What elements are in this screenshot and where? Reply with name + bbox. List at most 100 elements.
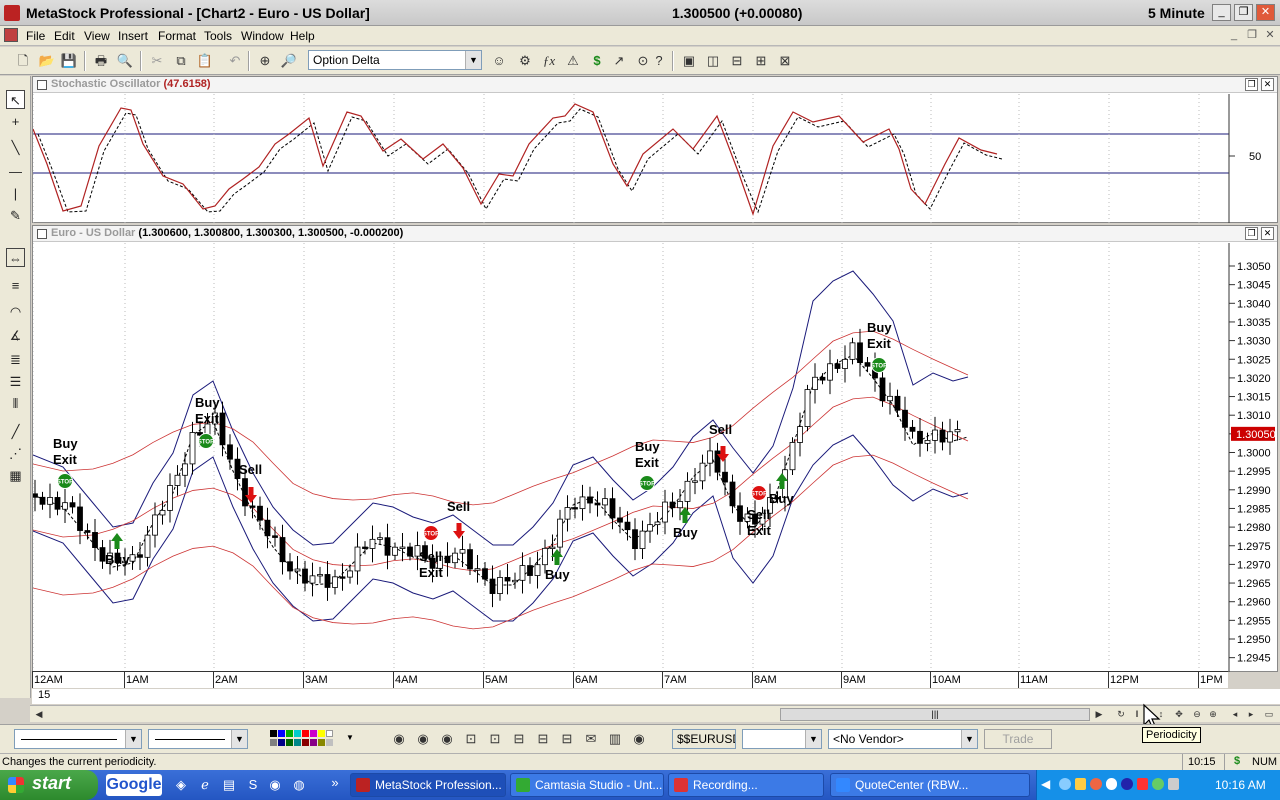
mdi-minimize-icon[interactable]: _ — [1226, 28, 1242, 43]
pane-maximize-icon[interactable]: ❐ — [1245, 78, 1258, 91]
explorer-icon[interactable]: ⚙ — [516, 52, 534, 70]
menu-edit[interactable]: Edit — [54, 29, 75, 43]
task-metastock[interactable]: MetaStock Profession... — [350, 773, 506, 797]
chrome-icon-3[interactable]: ◉ — [438, 730, 456, 748]
chevron-down-icon[interactable]: ▼ — [125, 730, 141, 748]
open-icon[interactable]: 📂 — [38, 52, 56, 70]
price-pane-close-icon[interactable]: ✕ — [1261, 227, 1274, 240]
zoom-icon[interactable]: 🔎 — [280, 52, 298, 70]
zoom-in-icon[interactable]: ⊕ — [1206, 708, 1220, 721]
menu-view[interactable]: View — [84, 29, 110, 43]
arrange-icon[interactable]: ⊠ — [776, 52, 794, 70]
restore-icon[interactable]: ❐ — [1234, 4, 1253, 21]
arc-tool-icon[interactable]: ◠ — [6, 302, 25, 321]
layout-icon-3[interactable]: ⊟ — [558, 730, 576, 748]
chevron-down-icon[interactable]: ▼ — [805, 730, 821, 748]
gann-fan-tool-icon[interactable]: ⋰ — [6, 444, 25, 463]
print-preview-icon[interactable]: 🔍 — [116, 52, 134, 70]
retracement-tool-icon[interactable]: ☰ — [6, 372, 25, 391]
layout-icon-1[interactable]: ⊟ — [510, 730, 528, 748]
zoom-tool-icon[interactable]: ⇔ — [6, 248, 25, 267]
skype-icon[interactable]: S — [244, 776, 262, 794]
price-pane-maximize-icon[interactable]: ❐ — [1245, 227, 1258, 240]
pan-icon[interactable]: ✥ — [1172, 708, 1186, 721]
system-tester-icon[interactable]: ⚠ — [564, 52, 582, 70]
menu-tools[interactable]: Tools — [204, 29, 232, 43]
chart-style-icon-2[interactable]: ⊡ — [486, 730, 504, 748]
security-combo[interactable]: ▼ — [742, 729, 822, 749]
chrome-icon-2[interactable]: ◉ — [414, 730, 432, 748]
task-camtasia[interactable]: Camtasia Studio - Unt... — [510, 773, 664, 797]
scroll-end-icon[interactable]: ▭ — [1262, 708, 1276, 721]
bar-chart-icon[interactable]: ▥ — [606, 730, 624, 748]
refresh-icon[interactable]: ↻ — [1114, 708, 1128, 721]
new-icon[interactable]: 🗋 — [14, 52, 32, 70]
tile-vertical-icon[interactable]: ◫ — [704, 52, 722, 70]
task-recording[interactable]: Recording... — [668, 773, 824, 797]
cascade-icon[interactable]: ▣ — [680, 52, 698, 70]
print-icon[interactable]: 🖶 — [92, 52, 110, 70]
chart-style-icon-1[interactable]: ⊡ — [462, 730, 480, 748]
menu-insert[interactable]: Insert — [118, 29, 148, 43]
chrome-icon-4[interactable]: ◉ — [630, 730, 648, 748]
folder-icon[interactable]: ▤ — [220, 776, 238, 794]
close-icon[interactable]: ✕ — [1256, 4, 1275, 21]
stochastic-pane[interactable]: Stochastic Oscillator (47.6158) ❐ ✕ 50 — [32, 76, 1278, 223]
menu-format[interactable]: Format — [158, 29, 196, 43]
chrome-icon-1[interactable]: ◉ — [390, 730, 408, 748]
envelope-icon[interactable]: ✉ — [582, 730, 600, 748]
cut-icon[interactable]: ✂ — [148, 52, 166, 70]
mdi-close-icon[interactable]: ✕ — [1262, 28, 1278, 43]
trendline-tool-icon[interactable]: ╲ — [6, 138, 25, 157]
next-icon[interactable]: ▸ — [1244, 708, 1258, 721]
prev-icon[interactable]: ◂ — [1228, 708, 1242, 721]
channel-tool-icon[interactable]: ≡ — [6, 276, 25, 295]
chevron-down-icon[interactable]: ▼ — [961, 730, 977, 748]
scroll-left-icon[interactable]: ◀ — [32, 708, 46, 721]
start-button[interactable]: start — [0, 770, 98, 800]
pane-close-icon[interactable]: ✕ — [1261, 78, 1274, 91]
chevron-down-icon[interactable]: ▼ — [231, 730, 247, 748]
task-quotecenter[interactable]: QuoteCenter (RBW... — [830, 773, 1030, 797]
chrome-taskbar-icon[interactable]: ◉ — [266, 776, 284, 794]
signal-icon[interactable]: ↗ — [610, 52, 628, 70]
fibonacci-tool-icon[interactable]: ≣ — [6, 350, 25, 369]
color-palette[interactable]: ▼ — [270, 730, 358, 748]
expert-combo[interactable]: Option Delta ▼ — [308, 50, 482, 70]
scroll-thumb[interactable]: ||| — [780, 708, 1090, 721]
expert-advisor-icon[interactable]: ☺ — [490, 52, 508, 70]
layout-icon-2[interactable]: ⊟ — [534, 730, 552, 748]
ie-icon[interactable]: ℯ — [196, 776, 214, 794]
menu-window[interactable]: Window — [241, 29, 284, 43]
line-style-combo[interactable]: ▼ — [14, 729, 142, 749]
menu-file[interactable]: File — [26, 29, 45, 43]
line-weight-combo[interactable]: ▼ — [148, 729, 248, 749]
tray-expand-icon[interactable]: ◀ — [1041, 777, 1050, 791]
doc-icon[interactable] — [4, 28, 18, 42]
chevron-down-icon[interactable]: ▼ — [465, 51, 481, 69]
more-icon[interactable]: » — [326, 774, 344, 792]
grid-tool-icon[interactable]: ▦ — [6, 466, 25, 485]
menu-help[interactable]: Help — [290, 29, 315, 43]
horizontal-line-tool-icon[interactable]: — — [6, 162, 25, 181]
minimize-icon[interactable]: _ — [1212, 4, 1231, 21]
pointer-tool-icon[interactable]: ↖ — [6, 90, 25, 109]
save-icon[interactable]: 💾 — [60, 52, 78, 70]
undo-icon[interactable]: ↶ — [226, 52, 244, 70]
quicklaunch-icon-1[interactable]: ◈ — [172, 776, 190, 794]
tile-grid-icon[interactable]: ⊞ — [752, 52, 770, 70]
crosshair-tool-icon[interactable]: + — [6, 112, 25, 131]
speed-line-tool-icon[interactable]: ╱ — [6, 422, 25, 441]
fan-tool-icon[interactable]: ∡ — [6, 326, 25, 345]
dollar-icon[interactable]: $ — [588, 52, 606, 70]
cycle-tool-icon[interactable]: ⦀ — [6, 394, 25, 413]
tile-horizontal-icon[interactable]: ⊟ — [728, 52, 746, 70]
vertical-line-tool-icon[interactable]: | — [6, 184, 25, 203]
copy-icon[interactable]: ⧉ — [172, 52, 190, 70]
zoom-out-icon[interactable]: ⊖ — [1190, 708, 1204, 721]
symbol-box[interactable]: $$EURUSD — [672, 729, 736, 749]
scroll-right-icon[interactable]: ▶ — [1092, 708, 1106, 721]
vendor-combo[interactable]: <No Vendor> ▼ — [828, 729, 978, 749]
trade-button[interactable]: Trade — [984, 729, 1052, 749]
mdi-restore-icon[interactable]: ❐ — [1244, 28, 1260, 43]
